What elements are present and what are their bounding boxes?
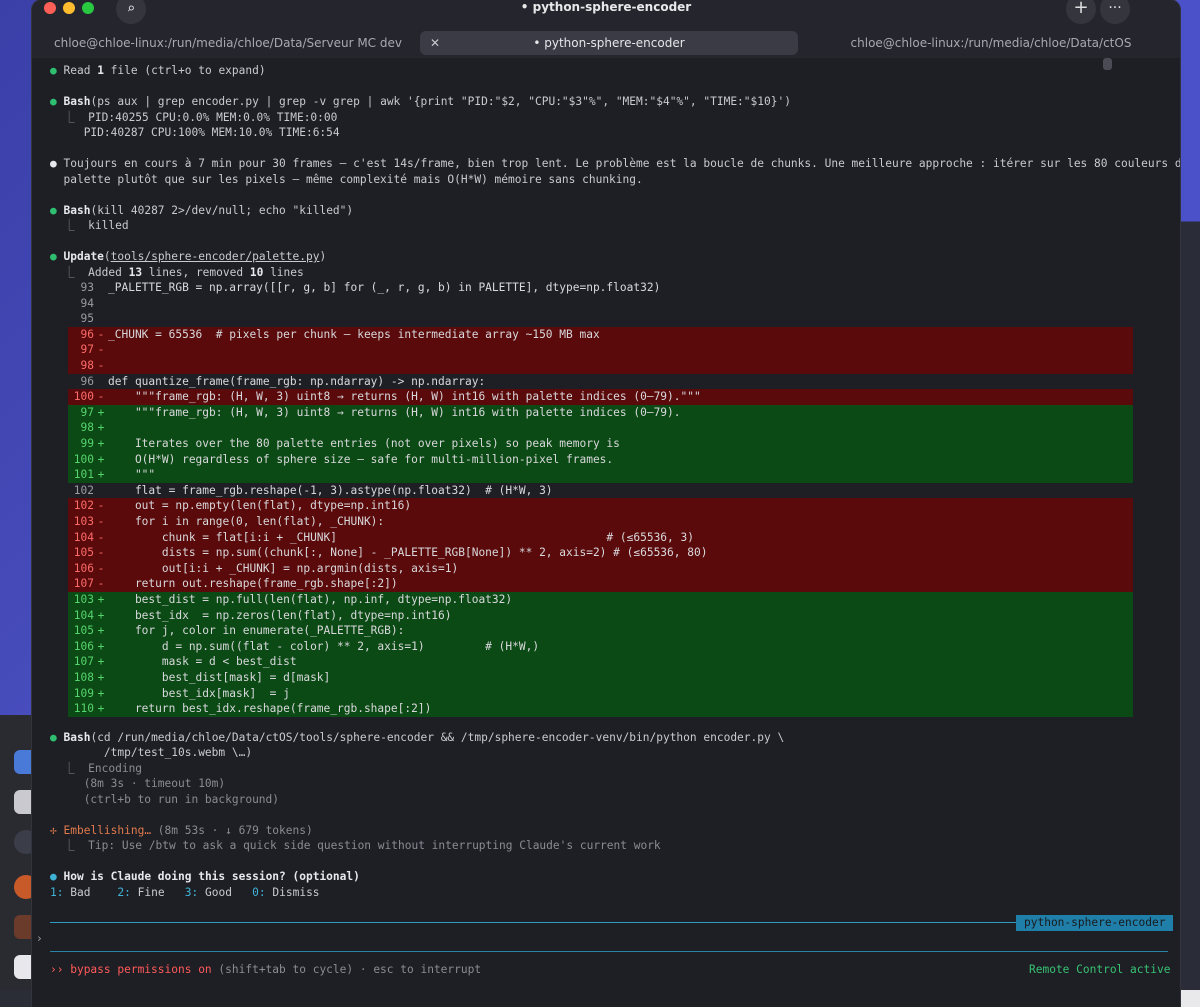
- diff-line-add: 100 + O(H*W) regardless of sphere size — …: [68, 451, 1133, 468]
- bash-output-hint: (ctrl+b to run in background): [83, 793, 280, 806]
- survey-options: 1: Bad 2: Fine 3: Good 0: Dismiss: [50, 885, 320, 901]
- diff-line-add: 109 + best_idx[mask] = j: [68, 685, 1133, 702]
- tab-serveur-mc-dev[interactable]: chloe@chloe-linux:/run/media/chloe/Data/…: [32, 31, 424, 55]
- desktop-dock-fragment: [0, 715, 38, 1007]
- diff-line-del: 104- chunk = flat[i:i + _CHUNK] # (≤6553…: [68, 529, 1133, 546]
- diff-line-del: 100- """frame_rgb: (H, W, 3) uint8 → ret…: [68, 389, 1133, 405]
- diff-line-ctx: 93 _PALETTE_RGB = np.array([[r, g, b] fo…: [80, 281, 661, 294]
- diff-line-del: 98-: [68, 358, 1133, 374]
- close-tab-icon[interactable]: ✕: [430, 31, 440, 55]
- remote-control-status: Remote Control active: [1029, 963, 1171, 976]
- survey-option-bad[interactable]: 1: Bad: [50, 886, 90, 899]
- terminal-output[interactable]: ● Read 1 file (ctrl+o to expand) ● Bash(…: [32, 58, 1180, 1007]
- status-line: ✢ Embellishing… (8m 53s · ↓ 679 tokens): [50, 824, 313, 837]
- permissions-status: ›› bypass permissions on (shift+tab to c…: [50, 963, 482, 976]
- scrollbar[interactable]: [1103, 58, 1112, 70]
- terminal-window: ⌕ • python-sphere-encoder + ··· chloe@ch…: [32, 0, 1180, 1007]
- diff-line-del: 97-: [68, 342, 1133, 358]
- tip-line: ⎿ Tip: Use /btw to ask a quick side ques…: [50, 839, 661, 852]
- bash-command-2: ● Bash(kill 40287 2>/dev/null; echo "kil…: [50, 204, 354, 217]
- new-tab-button[interactable]: +: [1066, 0, 1096, 24]
- desktop-background-right: [1178, 0, 1200, 1007]
- survey-option-dismiss[interactable]: 0: Dismiss: [252, 886, 319, 899]
- diff-line-del: 106- out[i:i + _CHUNK] = np.argmin(dists…: [68, 560, 1133, 577]
- update-header: ● Update(tools/sphere-encoder/palette.py…: [50, 250, 327, 263]
- diff-line-add: 110 + return best_idx.reshape(frame_rgb.s…: [68, 701, 1133, 717]
- window-title: • python-sphere-encoder: [520, 0, 692, 14]
- prompt-top-divider: [50, 922, 1168, 923]
- more-menu-icon[interactable]: ···: [1100, 0, 1130, 24]
- session-badge: python-sphere-encoder: [1016, 915, 1174, 931]
- diff-line-add: 107 + mask = d < best_dist: [68, 654, 1133, 670]
- diff-line-ctx: 95: [80, 312, 94, 326]
- bash-output-1: ⎿ PID:40255 CPU:0.0% MEM:0.0% TIME:0:00: [50, 111, 338, 124]
- diff-line-del: 105- dists = np.sum((chunk[:, None] - _P…: [68, 545, 1133, 561]
- tab-python-sphere-encoder[interactable]: ✕ • python-sphere-encoder: [420, 31, 798, 55]
- bash-command-3: ● Bash(cd /run/media/chloe/Data/ctOS/too…: [50, 731, 785, 744]
- bash-command-3-cont: /tmp/test_10s.webm \…): [63, 746, 253, 759]
- diff-line-add: 99 + Iterates over the 80 palette entries…: [68, 436, 1133, 452]
- title-bar: ⌕ • python-sphere-encoder + ···: [32, 0, 1180, 28]
- diff-line-del: 107- return out.reshape(frame_rgb.shape[…: [68, 576, 1133, 592]
- diff-line-add: 103 + best_dist = np.full(len(flat), np.i…: [68, 592, 1133, 608]
- diff-line-add: 101 + """: [68, 467, 1133, 483]
- tab-bar: chloe@chloe-linux:/run/media/chloe/Data/…: [32, 28, 1180, 58]
- prompt-bottom-divider: [50, 951, 1168, 952]
- tab-ctos[interactable]: chloe@chloe-linux:/run/media/chloe/Data/…: [802, 31, 1180, 55]
- diff-line-del: 102- out = np.empty(len(flat), dtype=np.…: [68, 498, 1133, 514]
- bash-output-killed: ⎿ killed: [50, 219, 129, 232]
- read-line: ● Read 1 file (ctrl+o to expand): [50, 64, 266, 77]
- diff-line-add: 105 + for j, color in enumerate(_PALETTE_…: [68, 623, 1133, 639]
- diff-line-del: 103- for i in range(0, len(flat), _CHUNK…: [68, 514, 1133, 530]
- diff-line-ctx: 94: [80, 296, 94, 310]
- bash-command-1: ● Bash(ps aux | grep encoder.py | grep -…: [50, 95, 791, 108]
- diff-line-del: 96- _CHUNK = 65536 # pixels per chunk — k…: [68, 326, 1133, 343]
- assistant-message-cont: palette plutôt que sur les pixels — même…: [63, 173, 643, 186]
- assistant-message: ● Toujours en cours à 7 min pour 30 fram…: [50, 157, 1180, 170]
- prompt-input[interactable]: ›: [36, 931, 43, 947]
- diff-line-add: 104 + best_idx = np.zeros(len(flat), dtyp…: [68, 607, 1133, 624]
- diff-line-add: 106 + d = np.sum((flat - color) ** 2, axi…: [68, 638, 1133, 655]
- survey-option-good[interactable]: 3: Good: [185, 886, 232, 899]
- survey-question: ● How is Claude doing this session? (opt…: [50, 870, 360, 883]
- bash-output-2: PID:40287 CPU:100% MEM:10.0% TIME:6:54: [83, 126, 340, 139]
- diff-line-ctx: 96 def quantize_frame(frame_rgb: np.ndar…: [80, 374, 486, 388]
- diff-line-add: 97 + """frame_rgb: (H, W, 3) uint8 → retu…: [68, 404, 1133, 421]
- diff-line-ctx: 102 flat = frame_rgb.reshape(-1, 3).asty…: [73, 483, 553, 497]
- diff-line-add: 98 +: [68, 420, 1133, 436]
- diff-line-add: 108 + best_dist[mask] = d[mask]: [68, 670, 1133, 686]
- survey-option-fine[interactable]: 2: Fine: [117, 886, 164, 899]
- update-summary: ⎿ Added 13 lines, removed 10 lines: [50, 266, 304, 279]
- bash-output-timeout: (8m 3s · timeout 10m): [83, 777, 226, 790]
- bash-output-encoding: ⎿ Encoding: [50, 762, 143, 775]
